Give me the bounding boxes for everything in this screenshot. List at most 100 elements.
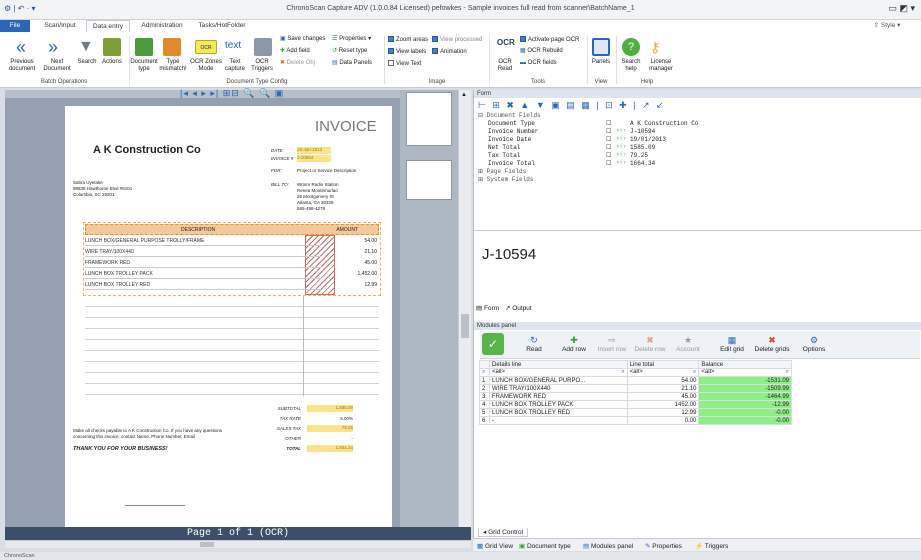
activate-page-ocr-checkbox[interactable]: Activate page OCR [520,36,579,44]
search-help-button[interactable]: Search help [616,59,646,73]
cell-line-total[interactable]: 54.00 [626,376,700,385]
previous-document-button[interactable]: Previous document [2,59,42,73]
field-checkbox[interactable]: ☐ [606,120,611,127]
cell-details[interactable]: - [488,416,628,425]
column-header-balance[interactable]: Balance [698,360,792,369]
table-row[interactable]: 5 LUNCH BOX TROLLEY RED 12.99 -0.00 [479,408,792,417]
edit-grid-button[interactable]: ▦ Edit grid [714,335,750,353]
scroll-thumb[interactable] [200,542,214,547]
license-manager-button[interactable]: License manager [644,59,678,73]
page-thumbnail[interactable] [406,160,452,200]
read-button[interactable]: ↻ Read [516,335,552,353]
invoice-page[interactable]: INVOICE A K Construction Co DATE: 19-Jan… [65,106,392,536]
tab-modules-panel[interactable]: ▤ Modules panel [583,542,633,550]
scroll-thumb[interactable] [461,314,469,338]
add-row-button[interactable]: ✚ Add row [556,335,592,353]
tab-triggers[interactable]: ⚡ Triggers [695,542,728,550]
form-toolbar-icons[interactable]: ⊢ ⊞ ✖ ▲ ▼ ▣ ▤ ▦ | ⊡ ✚ | ↗ ↙ [478,100,666,111]
cell-balance[interactable]: -1531.09 [698,376,792,385]
details-grid[interactable]: Details line Line total Balance ⌕ <all> ⌕… [479,360,792,425]
view-text-checkbox[interactable]: View Text [388,60,421,68]
cell-details[interactable]: LUNCH BOX TROLLEY PACK [488,400,628,409]
ocr-zones-mode-button[interactable]: OCR Zones Mode [188,59,224,73]
column-header-line-total[interactable]: Line total [626,360,700,369]
actions-button[interactable]: Actions [98,59,126,66]
cell-line-total[interactable]: 45.00 [626,392,700,401]
tab-form[interactable]: ▤ Form [476,305,499,312]
window-controls[interactable]: ▭ ◩ ▾ [888,3,915,14]
scroll-up-icon[interactable]: ▲ [461,92,467,98]
add-field-button[interactable]: ✚ Add field [280,48,310,55]
table-row[interactable]: 6-0.00 -0.00 [479,416,792,425]
tab-data-entry[interactable]: Data entry [86,20,130,32]
data-panels-button[interactable]: ▤ Data Panels [332,60,372,67]
page-fields-group[interactable]: ⊞ Page Fields [478,168,526,175]
filter-cell[interactable]: <all> ⌕ [626,368,700,377]
field-checkbox[interactable]: ☐ [606,160,611,167]
field-checkbox[interactable]: ☐ [606,136,611,143]
cell-line-total[interactable]: 12.99 [626,408,700,417]
cell-line-total[interactable]: 1452.00 [626,400,700,409]
filter-cell[interactable]: <all> ⌕ [698,368,792,377]
field-value[interactable]: 79.25 [630,152,648,159]
delete-obj-button[interactable]: ✖ Delete Obj [280,60,315,67]
search-button[interactable]: Search [74,59,100,66]
tab-output[interactable]: ↗ Output [505,305,532,312]
account-button[interactable]: ★ Account [670,335,706,353]
viewer-nav-icons[interactable]: |◂ ◂ ▸ ▸| ⊞⊟ 🔍 🔍 ▣ [180,88,284,99]
page-thumbnail[interactable] [406,92,452,146]
field-value[interactable]: A K Construction Co [630,120,698,127]
ocr-triggers-button[interactable]: OCR Triggers [244,59,280,73]
reset-type-button[interactable]: ↺ Reset type [332,48,367,55]
table-row[interactable]: 3 FRAMEWORK RED 45.00 -1464.99 [479,392,792,401]
view-labels-checkbox[interactable]: View labels [388,48,426,56]
column-header-details[interactable]: Details line [488,360,628,369]
properties-button[interactable]: ☰ Properties ▾ [332,36,371,43]
cell-balance[interactable]: -1509.99 [698,384,792,393]
document-type-button[interactable]: Document type [127,59,161,73]
tab-tasks-hotfolder[interactable]: Tasks/HotFolder [194,20,250,32]
viewer-vertical-scrollbar[interactable]: ▲ [458,90,471,538]
grid-control-tab[interactable]: ◂ Grid Control [478,528,529,537]
ocr-rebuild-button[interactable]: ▦ OCR Rebuild [520,48,563,55]
type-mismatch-button[interactable]: Type mismatch! [158,59,188,73]
system-fields-group[interactable]: ⊞ System Fields [478,176,533,183]
tab-document-type[interactable]: ▣ Document type [519,542,571,550]
delete-grids-button[interactable]: ✖ Delete grids [752,335,792,353]
cell-balance[interactable]: -12.99 [698,400,792,409]
insert-row-button[interactable]: ⇨ Insert row [594,335,630,353]
field-value[interactable]: J-10594 [630,128,655,135]
field-value[interactable]: 1585.09 [630,144,655,151]
document-fields-group[interactable]: ⊟ Document Fields [478,112,541,119]
panels-button[interactable]: Panels [588,59,614,66]
cell-line-total[interactable]: 0.00 [626,416,700,425]
ocr-fields-button[interactable]: ▬ OCR fields [520,60,557,67]
table-row[interactable]: 2 WIRE TRAY/100X440 21.10 -1509.99 [479,384,792,393]
tab-scan-input[interactable]: Scan/Input [38,20,82,32]
cell-balance[interactable]: -1464.99 [698,392,792,401]
ocr-read-button[interactable]: OCR Read [492,59,518,73]
save-changes-button[interactable]: ▣ Save changes [280,36,325,43]
style-menu[interactable]: ⇧ Style ▾ [860,20,914,32]
zoom-areas-checkbox[interactable]: Zoom areas [388,36,428,44]
delete-row-button[interactable]: ✖ Delete row [632,335,668,353]
cell-line-total[interactable]: 21.10 [626,384,700,393]
tab-properties[interactable]: ✎ Properties [645,542,682,550]
cell-balance[interactable]: -0.00 [698,408,792,417]
tab-administration[interactable]: Administration [136,20,188,32]
table-row[interactable]: 1 LUNCH BOX/GENERAL PURPO... 54.00 -1531.09 [479,376,792,385]
cell-balance[interactable]: -0.00 [698,416,792,425]
viewer-horizontal-scrollbar[interactable] [5,540,471,548]
field-checkbox[interactable]: ☐ [606,144,611,151]
field-value[interactable]: 19/01/2013 [630,136,666,143]
tab-file[interactable]: File [0,20,30,32]
tab-grid-view[interactable]: ▦ Grid View [477,542,513,550]
field-checkbox[interactable]: ☐ [606,152,611,159]
table-row[interactable]: 4 LUNCH BOX TROLLEY PACK 1452.00 -12.99 [479,400,792,409]
cell-details[interactable]: LUNCH BOX/GENERAL PURPO... [488,376,628,385]
cell-details[interactable]: FRAMEWORK RED [488,392,628,401]
filter-cell[interactable]: <all> ⌕ [488,368,628,377]
field-value[interactable]: 1664.34 [630,160,655,167]
field-checkbox[interactable]: ☐ [606,128,611,135]
options-button[interactable]: ⚙ Options [796,335,832,353]
